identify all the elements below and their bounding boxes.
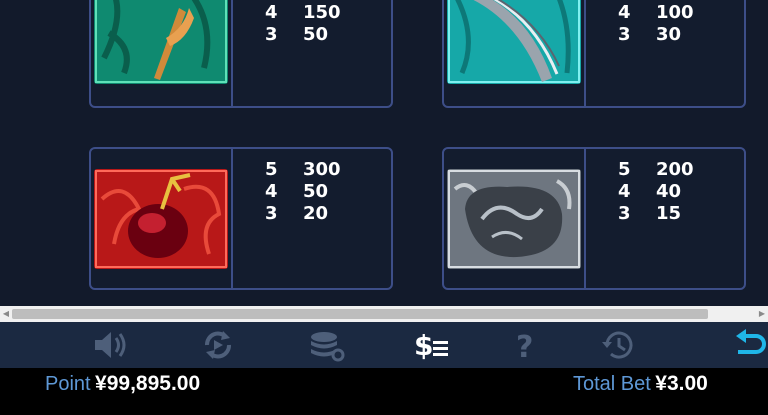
help-icon: ?	[516, 330, 533, 363]
payout-row: 4 40	[618, 181, 694, 203]
phoenix-egg-symbol	[94, 169, 228, 269]
match-count: 4	[618, 2, 631, 23]
sound-button[interactable]	[91, 327, 129, 363]
payout-row: 3 15	[618, 203, 694, 225]
payout-value: 20	[303, 203, 329, 224]
paytable-card-phoenix-egg: 5 300 4 50 3 20	[89, 147, 393, 290]
match-count: 4	[618, 181, 631, 202]
history-button[interactable]	[600, 327, 638, 363]
svg-text:$: $	[414, 329, 433, 362]
back-icon	[736, 329, 766, 354]
svg-text:?: ?	[516, 330, 533, 363]
payout-value: 50	[303, 181, 329, 202]
card-divider	[231, 149, 233, 288]
total-bet-value: ¥3.00	[655, 372, 708, 395]
payout-value: 30	[656, 24, 682, 45]
silver-jade-stone-symbol	[447, 169, 581, 269]
help-button[interactable]: ?	[507, 327, 545, 363]
paytable-panel: 4 150 3 50 4 100 3 30 5 300 4 50 3 20 5 …	[0, 0, 768, 306]
total-bet: Total Bet ¥3.00	[573, 372, 708, 396]
payout-row: 4 50	[265, 181, 341, 203]
payout-row: 3 50	[265, 24, 341, 46]
autoplay-button[interactable]	[199, 327, 237, 363]
point-label: Point	[45, 373, 91, 395]
payout-row: 3 30	[618, 24, 694, 46]
payout-row: 5 300	[265, 159, 341, 181]
card-divider	[231, 0, 233, 106]
payout-value: 50	[303, 24, 329, 45]
match-count: 3	[618, 203, 631, 224]
payout-value: 100	[656, 2, 694, 23]
match-count: 4	[265, 181, 278, 202]
card-divider	[584, 149, 586, 288]
match-count: 3	[265, 203, 278, 224]
chips-settings-icon	[311, 332, 345, 362]
autoplay-icon	[205, 331, 231, 359]
sound-icon	[95, 332, 126, 358]
paytable-card-dragon-staff: 4 150 3 50	[89, 0, 393, 108]
paytable-card-silver-jade-stone: 5 200 4 40 3 15	[442, 147, 746, 290]
total-bet-label: Total Bet	[573, 373, 651, 395]
match-count: 4	[265, 2, 278, 23]
game-toolbar: $ ?	[0, 322, 768, 368]
match-count: 5	[265, 159, 278, 180]
match-count: 5	[618, 159, 631, 180]
jade-feather-symbol	[447, 0, 581, 84]
horizontal-scrollbar[interactable]: ◀ ▶	[0, 306, 768, 322]
paytable-card-jade-feather: 4 100 3 30	[442, 0, 746, 108]
dragon-staff-symbol	[94, 0, 228, 84]
bet-settings-button[interactable]	[307, 327, 345, 363]
payout-list: 5 300 4 50 3 20	[265, 159, 341, 225]
payout-row: 4 150	[265, 2, 341, 24]
point-value: ¥99,895.00	[95, 372, 201, 395]
payout-row: 5 200	[618, 159, 694, 181]
card-divider	[584, 0, 586, 106]
payout-row: 3 20	[265, 203, 341, 225]
payout-list: 4 150 3 50	[265, 2, 341, 46]
match-count: 3	[618, 24, 631, 45]
scroll-left-icon[interactable]: ◀	[0, 306, 12, 322]
paytable-button[interactable]: $	[413, 327, 451, 363]
payout-value: 150	[303, 2, 341, 23]
payout-value: 40	[656, 181, 682, 202]
payout-value: 15	[656, 203, 682, 224]
payout-row: 4 100	[618, 2, 694, 24]
scroll-right-icon[interactable]: ▶	[756, 306, 768, 322]
history-icon	[602, 331, 633, 359]
payout-list: 5 200 4 40 3 15	[618, 159, 694, 225]
payout-list: 4 100 3 30	[618, 2, 694, 46]
back-button[interactable]	[730, 327, 768, 363]
status-bar: Point ¥99,895.00 Total Bet ¥3.00	[0, 368, 768, 415]
scrollbar-thumb[interactable]	[12, 309, 708, 319]
paytable-icon: $	[414, 329, 448, 362]
match-count: 3	[265, 24, 278, 45]
payout-value: 200	[656, 159, 694, 180]
payout-value: 300	[303, 159, 341, 180]
point-balance: Point ¥99,895.00	[45, 372, 200, 396]
